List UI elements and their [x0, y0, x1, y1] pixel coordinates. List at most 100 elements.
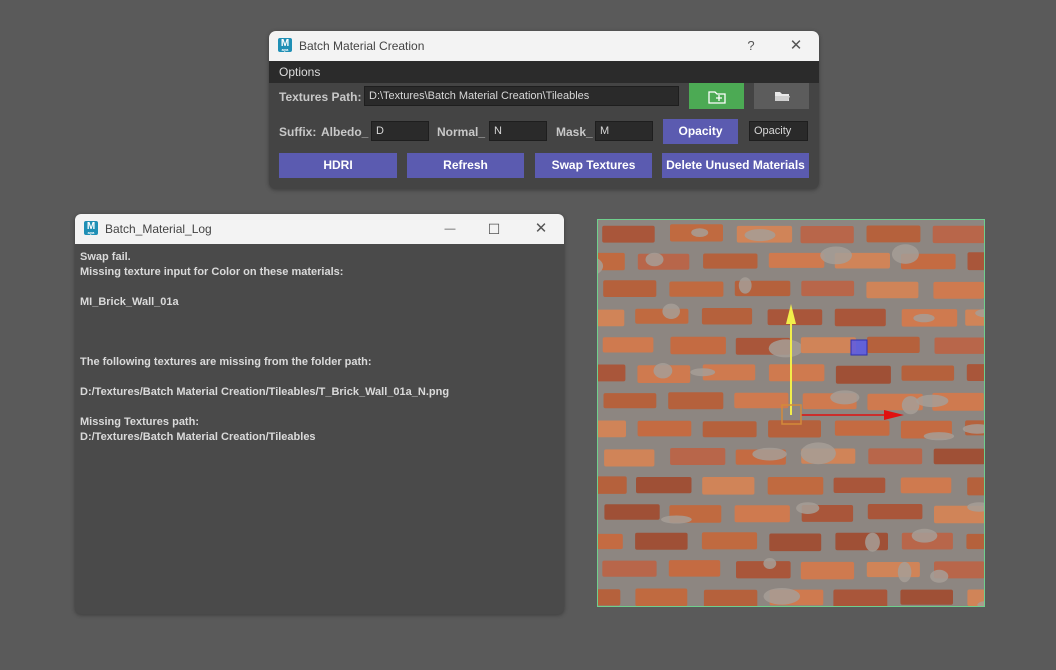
- mortar-smudge: [865, 532, 880, 552]
- mortar-smudge: [913, 313, 935, 323]
- mortar-smudge: [744, 229, 776, 242]
- maximize-button[interactable]: ☐: [479, 214, 509, 244]
- mortar-smudge: [661, 515, 692, 524]
- mortar-smudge: [645, 252, 664, 267]
- brick: [866, 281, 919, 299]
- log-line: MI_Brick_Wall_01a: [80, 296, 179, 308]
- brick: [867, 336, 920, 353]
- suffix-label: Suffix:: [279, 125, 317, 139]
- brick: [602, 560, 657, 577]
- mortar-smudge: [800, 442, 836, 465]
- brick: [636, 477, 692, 494]
- brick: [637, 253, 690, 270]
- mortar-smudge: [916, 394, 949, 408]
- brick: [598, 309, 625, 327]
- mortar-smudge: [653, 363, 673, 379]
- brick: [933, 281, 984, 299]
- mortar-smudge: [662, 303, 680, 319]
- delete-unused-materials-button[interactable]: Delete Unused Materials: [662, 153, 809, 178]
- brick: [966, 533, 984, 550]
- mortar-smudge: [820, 246, 852, 265]
- brick: [833, 589, 888, 606]
- title-bar[interactable]: Maya Batch Material Creation ? ✕: [269, 31, 819, 61]
- brick: [768, 364, 825, 382]
- menu-bar: Options: [269, 61, 819, 83]
- brick: [866, 562, 920, 578]
- brick: [598, 476, 627, 494]
- brick: [767, 477, 824, 495]
- help-button[interactable]: ?: [735, 31, 767, 61]
- albedo-suffix-input[interactable]: D: [371, 121, 429, 141]
- mortar-smudge: [930, 569, 949, 583]
- albedo-label: Albedo_: [321, 125, 369, 139]
- brick: [900, 589, 953, 605]
- brick: [867, 504, 923, 520]
- mask-suffix-input[interactable]: M: [595, 121, 653, 141]
- mortar-smudge: [911, 528, 938, 543]
- brick: [668, 560, 721, 577]
- menu-options[interactable]: Options: [279, 61, 320, 83]
- textures-path-label: Textures Path:: [279, 90, 362, 104]
- mortar-smudge: [901, 396, 920, 415]
- mortar-smudge: [691, 228, 709, 237]
- brick: [801, 280, 855, 297]
- brick: [768, 420, 821, 438]
- new-folder-button[interactable]: [689, 83, 744, 109]
- mortar-smudge: [897, 561, 912, 583]
- brick: [932, 225, 984, 244]
- brick: [966, 364, 984, 381]
- normal-suffix-input[interactable]: N: [489, 121, 547, 141]
- mortar-smudge: [752, 447, 787, 461]
- opacity-suffix-input[interactable]: Opacity: [749, 121, 808, 141]
- batch-material-creation-window: Maya Batch Material Creation ? ✕ Options…: [269, 31, 819, 189]
- brick: [967, 252, 984, 271]
- brick: [668, 392, 724, 410]
- brick: [701, 532, 758, 550]
- brick: [701, 308, 753, 325]
- brick: [768, 252, 825, 268]
- close-button[interactable]: ✕: [780, 31, 812, 61]
- brick: [635, 308, 689, 324]
- maya-app-icon: Maya: [84, 221, 98, 235]
- brick: [598, 533, 623, 550]
- brick: [734, 505, 790, 523]
- brick: [736, 561, 791, 579]
- textures-path-input[interactable]: D:\Textures\Batch Material Creation\Tile…: [364, 86, 679, 106]
- mortar-smudge: [738, 277, 752, 294]
- brick: [598, 364, 626, 382]
- mortar-smudge: [923, 432, 955, 441]
- brick: [900, 477, 952, 494]
- folder-icon: [775, 92, 790, 101]
- viewport-brick-plane[interactable]: [597, 219, 985, 607]
- brick: [603, 393, 657, 409]
- mortar-smudge: [796, 502, 820, 514]
- brick: [602, 225, 655, 243]
- refresh-button[interactable]: Refresh: [407, 153, 524, 178]
- brick: [669, 281, 724, 297]
- brick: [834, 420, 890, 436]
- brick: [835, 365, 891, 384]
- log-line: D:/Textures/Batch Material Creation/Tile…: [80, 431, 316, 443]
- swap-textures-button[interactable]: Swap Textures: [535, 153, 652, 178]
- hdri-button[interactable]: HDRI: [279, 153, 397, 178]
- log-title-bar[interactable]: Maya Batch_Material_Log — ☐ ✕: [75, 214, 564, 244]
- brick: [835, 532, 888, 551]
- brick: [670, 336, 726, 355]
- log-close-button[interactable]: ✕: [526, 214, 556, 244]
- log-text-area[interactable]: Swap fail. Missing texture input for Col…: [80, 250, 559, 445]
- brick: [598, 589, 621, 606]
- brick: [635, 532, 688, 550]
- mortar-smudge: [763, 588, 801, 605]
- browse-folder-button[interactable]: [754, 83, 809, 109]
- minimize-button[interactable]: —: [435, 214, 465, 244]
- batch-material-log-window: Maya Batch_Material_Log — ☐ ✕ Swap fail.…: [75, 214, 564, 614]
- brick: [834, 308, 886, 327]
- plane-handle[interactable]: [850, 339, 868, 356]
- brick: [734, 392, 789, 409]
- brick: [967, 477, 984, 496]
- opacity-button[interactable]: Opacity: [663, 119, 738, 144]
